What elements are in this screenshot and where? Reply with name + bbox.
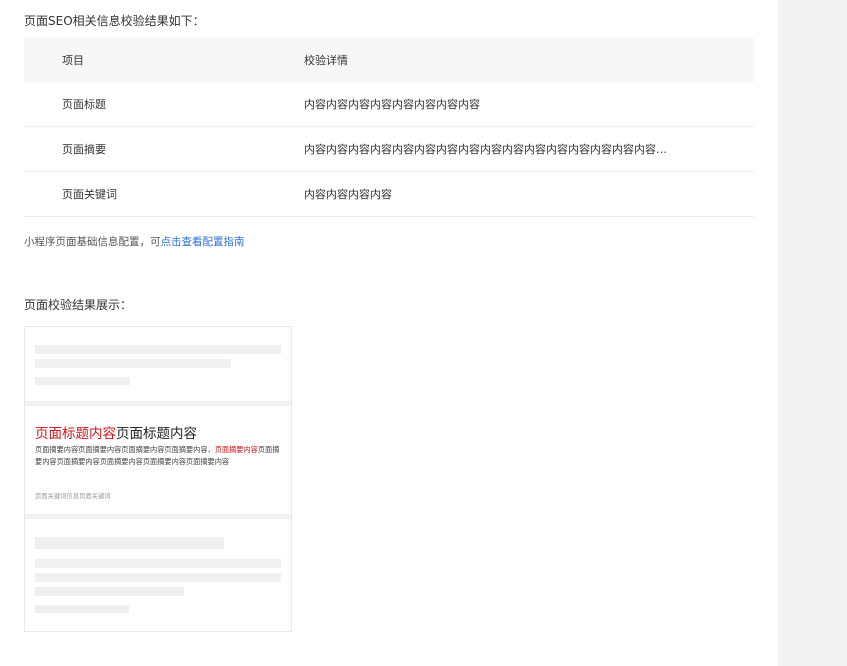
column-header-detail: 校验详情 [304, 54, 348, 67]
placeholder-bar [35, 359, 231, 368]
placeholder-bar [35, 377, 130, 385]
table-header-row: 项目 校验详情 [24, 38, 754, 82]
column-header-item: 项目 [62, 54, 84, 67]
placeholder-bar [35, 537, 224, 549]
preview-heading: 页面校验结果展示： [24, 298, 133, 312]
preview-title-rest: 页面标题内容 [116, 426, 197, 442]
placeholder-bar [35, 559, 281, 568]
config-guide-link[interactable]: 点击查看配置指南 [161, 236, 245, 248]
preview-result-card: 页面标题内容页面标题内容 页面摘要内容页面摘要内容页面摘要内容页面摘要内容，页面… [25, 407, 291, 514]
placeholder-bar [35, 587, 184, 596]
row-detail-title: 内容内容内容内容内容内容内容内容 [304, 98, 480, 111]
preview-result-summary: 页面摘要内容页面摘要内容页面摘要内容页面摘要内容，页面摘要内容页面摘要内容页面摘… [35, 444, 283, 468]
preview-summary-part1: 页面摘要内容页面摘要内容页面摘要内容页面摘要内容， [35, 445, 215, 454]
preview-result-title: 页面标题内容页面标题内容 [35, 422, 197, 442]
right-side-panel [778, 0, 847, 666]
table-row: 页面关键词 内容内容内容内容 [24, 172, 754, 217]
placeholder-bar [35, 605, 129, 613]
placeholder-result-bottom [25, 519, 291, 629]
row-detail-summary: 内容内容内容内容内容内容内容内容内容内容内容内容内容内容内容内容… [304, 143, 667, 156]
placeholder-bar [35, 345, 281, 354]
table-row: 页面摘要 内容内容内容内容内容内容内容内容内容内容内容内容内容内容内容内容… [24, 127, 754, 172]
row-item-title: 页面标题 [62, 98, 106, 111]
seo-results-table: 项目 校验详情 页面标题 内容内容内容内容内容内容内容内容 页面摘要 内容内容内… [24, 38, 754, 217]
config-tip: 小程序页面基础信息配置，可点击查看配置指南 [24, 234, 245, 249]
placeholder-result-top [25, 327, 291, 401]
config-tip-text: 小程序页面基础信息配置，可 [24, 236, 161, 248]
row-item-keywords: 页面关键词 [62, 188, 117, 201]
table-row: 页面标题 内容内容内容内容内容内容内容内容 [24, 82, 754, 127]
seo-results-heading: 页面SEO相关信息校验结果如下： [24, 14, 205, 28]
placeholder-bar [35, 573, 281, 582]
row-detail-keywords: 内容内容内容内容 [304, 188, 392, 201]
search-result-preview: 页面标题内容页面标题内容 页面摘要内容页面摘要内容页面摘要内容页面摘要内容，页面… [24, 326, 292, 632]
row-item-summary: 页面摘要 [62, 143, 106, 156]
preview-title-highlight: 页面标题内容 [35, 426, 116, 442]
result-separator [25, 401, 291, 406]
preview-result-keywords: 页面关键词信息页面关键词 [35, 493, 111, 500]
preview-summary-highlight: 页面摘要内容 [214, 445, 258, 454]
